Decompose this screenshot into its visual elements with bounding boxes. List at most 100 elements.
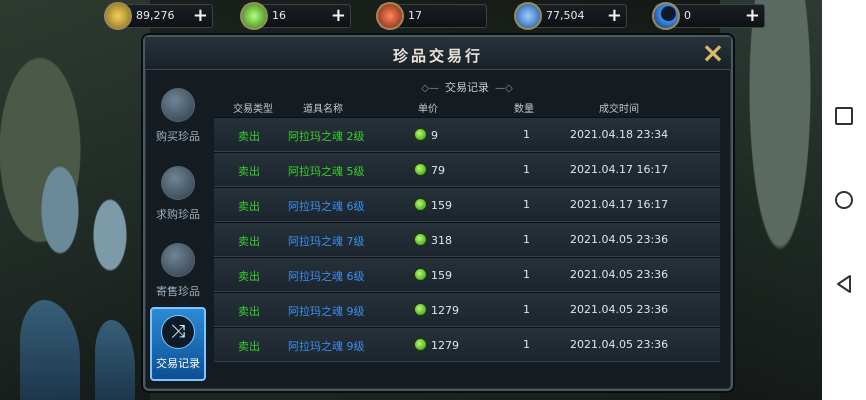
green-gem-icon [414,198,427,211]
green-gem-icon [414,128,427,141]
hand-request-icon [161,166,195,200]
shuffle-icon: ⤨ [161,315,195,349]
plant-decoration [20,300,80,400]
price-cell: 318 [414,233,452,247]
resource-blue-crystal-value: 77,504 [546,9,585,22]
quantity: 1 [523,163,530,176]
green-gem-icon [414,233,427,246]
price-value: 159 [431,269,452,282]
recent-apps-icon[interactable] [835,107,853,125]
resource-moon: 0 + [652,2,765,30]
system-navigation-bar [822,0,866,400]
section-title-text: 交易记录 [445,81,489,94]
tab-trade-records[interactable]: ⤨ 交易记录 [150,307,206,381]
trade-time: 2021.04.17 16:17 [570,198,669,211]
trade-type: 卖出 [238,305,260,318]
column-header-type: 交易类型 [233,104,273,115]
tab-trade-records-label: 交易记录 [156,357,200,370]
item-name: 阿拉玛之魂 9级 [288,305,365,318]
tab-buy[interactable]: 购买珍品 [150,82,206,156]
price-value: 159 [431,199,452,212]
price-value: 318 [431,234,452,247]
green-gem-icon [414,268,427,281]
item-name: 阿拉玛之魂 2级 [288,130,365,143]
panel-title: 珍品交易行 [392,47,483,65]
trade-records-content: ◇— 交易记录 —◇ 交易类型 道具名称 单价 数量 成交时间 卖出 阿拉玛之魂 2… [207,71,727,383]
table-row: 卖出 阿拉玛之魂 2级 9 1 2021.04.18 23:34 [214,117,720,152]
ornament-right-icon: —◇ [495,83,513,94]
item-name: 阿拉玛之魂 5级 [288,165,365,178]
trade-type: 卖出 [238,130,260,143]
close-button[interactable]: × [701,39,725,67]
background-scenery-right [720,0,822,400]
price-cell: 1279 [414,303,459,317]
item-name: 阿拉玛之魂 9级 [288,340,365,353]
tab-consign[interactable]: 寄售珍品 [150,237,206,311]
red-gem-icon [376,2,404,30]
add-gold-button[interactable]: + [193,7,208,25]
records-list: 卖出 阿拉玛之魂 2级 9 1 2021.04.18 23:34 卖出 阿拉玛之… [214,117,720,362]
blue-crystal-icon [514,2,542,30]
tab-request[interactable]: 求购珍品 [150,160,206,234]
resource-moon-value: 0 [684,9,691,22]
price-cell: 79 [414,163,445,177]
green-gem-icon [240,2,268,30]
item-name: 阿拉玛之魂 6级 [288,200,365,213]
table-row: 卖出 阿拉玛之魂 9级 1279 1 2021.04.05 23:36 [214,327,720,362]
gold-coin-icon [104,2,132,30]
column-header-time: 成交时间 [599,104,639,115]
section-title: ◇— 交易记录 —◇ [207,79,727,95]
trade-time: 2021.04.05 23:36 [570,338,669,351]
trade-time: 2021.04.05 23:36 [570,233,669,246]
green-gem-icon [414,163,427,176]
quantity: 1 [523,268,530,281]
tab-consign-label: 寄售珍品 [156,285,200,298]
trade-time: 2021.04.17 16:17 [570,163,669,176]
resource-red-gem-value: 17 [408,9,422,22]
resource-gold: 89,276 + [104,2,213,30]
home-icon[interactable] [835,191,853,209]
resource-green-gem: 16 + [240,2,351,30]
back-icon[interactable] [835,274,853,293]
price-cell: 9 [414,128,438,142]
price-cell: 159 [414,198,452,212]
resource-green-gem-value: 16 [272,9,286,22]
price-cell: 159 [414,268,452,282]
quantity: 1 [523,233,530,246]
tab-request-label: 求购珍品 [156,208,200,221]
table-row: 卖出 阿拉玛之魂 7级 318 1 2021.04.05 23:36 [214,222,720,257]
price-value: 79 [431,164,445,177]
item-name: 阿拉玛之魂 6级 [288,270,365,283]
add-moon-button[interactable]: + [745,7,760,25]
resource-red-gem: 17 [376,2,487,30]
plant-decoration [95,320,135,400]
table-row: 卖出 阿拉玛之魂 6级 159 1 2021.04.17 16:17 [214,187,720,222]
trade-time: 2021.04.18 23:34 [570,128,669,141]
tab-buy-label: 购买珍品 [156,130,200,143]
trade-type: 卖出 [238,340,260,353]
column-header-item: 道具名称 [303,104,343,115]
rare-trade-panel: 珍品交易行 × 购买珍品 求购珍品 寄售珍品 ⤨ 交易记录 ◇— 交易记录 —◇ 交… [143,35,733,391]
table-row: 卖出 阿拉玛之魂 6级 159 1 2021.04.05 23:36 [214,257,720,292]
consign-bag-icon [161,243,195,277]
panel-header: 珍品交易行 × [145,37,731,70]
trade-time: 2021.04.05 23:36 [570,303,669,316]
item-name: 阿拉玛之魂 7级 [288,235,365,248]
green-gem-icon [414,303,427,316]
quantity: 1 [523,303,530,316]
bag-icon [161,88,195,122]
background-scenery-left [0,0,150,400]
trade-type: 卖出 [238,270,260,283]
resource-gold-value: 89,276 [136,9,175,22]
trade-type: 卖出 [238,165,260,178]
ornament-left-icon: ◇— [421,83,439,94]
price-value: 1279 [431,339,459,352]
quantity: 1 [523,198,530,211]
column-header-price: 单价 [418,104,438,115]
column-header-qty: 数量 [514,104,534,115]
trade-type: 卖出 [238,200,260,213]
add-green-gem-button[interactable]: + [331,7,346,25]
add-blue-crystal-button[interactable]: + [607,7,622,25]
trade-time: 2021.04.05 23:36 [570,268,669,281]
table-row: 卖出 阿拉玛之魂 5级 79 1 2021.04.17 16:17 [214,152,720,187]
